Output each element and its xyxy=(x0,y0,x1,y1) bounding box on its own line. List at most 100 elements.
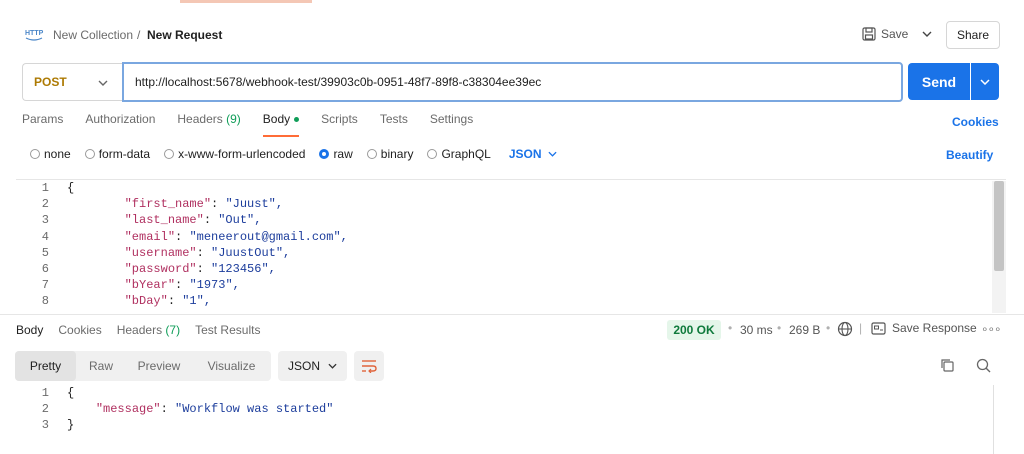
floppy-disk-icon xyxy=(862,27,876,41)
view-visualize[interactable]: Visualize xyxy=(192,351,271,381)
json-key: "bDay" xyxy=(124,294,168,309)
line-number: 2 xyxy=(41,402,49,417)
json-key: "username" xyxy=(124,245,197,260)
code-text: "bYear": "1973", xyxy=(124,278,240,293)
code-line: 3 "last_name": "Out", xyxy=(16,212,1006,228)
save-button[interactable]: Save xyxy=(862,20,914,48)
method-select[interactable]: POST xyxy=(22,63,122,101)
pane-divider[interactable] xyxy=(0,314,1024,315)
code-line: 1{ xyxy=(16,180,1006,196)
response-scrollbar[interactable] xyxy=(993,385,994,454)
meta-separator: • xyxy=(826,321,831,335)
beautify-button[interactable]: Beautify xyxy=(946,148,993,162)
radio-raw[interactable]: raw xyxy=(319,147,353,161)
page-title[interactable]: New Request xyxy=(147,28,222,42)
code-line: 4 "email": "meneerout@gmail.com", xyxy=(16,229,1006,245)
tab-headers-label: Headers xyxy=(177,112,223,126)
json-key: "email" xyxy=(124,229,176,244)
copy-icon[interactable] xyxy=(940,358,955,373)
response-size[interactable]: 269 B xyxy=(789,323,820,337)
line-number: 3 xyxy=(41,213,49,228)
cookies-link[interactable]: Cookies xyxy=(952,115,999,129)
radio-circle xyxy=(164,149,175,159)
json-value: "Workflow was started" xyxy=(175,402,334,417)
tab-tests[interactable]: Tests xyxy=(380,112,408,134)
radio-none-label: none xyxy=(44,147,71,161)
radio-urlencoded[interactable]: x-www-form-urlencoded xyxy=(164,147,305,161)
response-format-select[interactable]: JSON xyxy=(278,351,347,381)
tab-body[interactable]: Body xyxy=(262,112,300,137)
line-number: 7 xyxy=(41,278,49,293)
chevron-down-icon xyxy=(980,78,990,85)
code-line: 5 "username": "JuustOut", xyxy=(16,245,1006,261)
send-button[interactable]: Send xyxy=(908,63,970,100)
send-options-button[interactable] xyxy=(971,63,999,100)
chevron-down-icon xyxy=(98,80,108,86)
tab-body-label: Body xyxy=(262,112,291,126)
radio-urlencoded-label: x-www-form-urlencoded xyxy=(178,147,306,161)
line-number: 6 xyxy=(41,261,49,276)
view-pretty[interactable]: Pretty xyxy=(15,351,76,381)
method-label: POST xyxy=(34,75,67,89)
response-tab-cookies[interactable]: Cookies xyxy=(58,323,101,337)
save-options-button[interactable] xyxy=(916,20,938,48)
breadcrumb-collection[interactable]: New Collection xyxy=(53,28,133,42)
share-button[interactable]: Share xyxy=(946,21,1000,49)
radio-graphql[interactable]: GraphQL xyxy=(427,147,491,161)
code-text: } xyxy=(67,418,75,433)
line-number: 2 xyxy=(41,197,49,212)
response-time[interactable]: 30 ms xyxy=(740,323,773,337)
view-preview[interactable]: Preview xyxy=(126,351,192,381)
wrap-lines-button[interactable] xyxy=(354,351,384,381)
chevron-down-icon xyxy=(922,31,932,37)
radio-none[interactable]: none xyxy=(30,147,71,161)
json-key: "message" xyxy=(95,402,161,417)
globe-icon[interactable] xyxy=(837,321,853,337)
radio-circle xyxy=(427,149,438,159)
request-body-editor[interactable]: 1{ 2 "first_name": "Juust", 3 "last_name… xyxy=(16,179,1006,313)
code-text: "first_name": "Juust", xyxy=(124,197,284,212)
tab-params[interactable]: Params xyxy=(22,112,63,134)
response-view-selector: Pretty Raw Preview Visualize xyxy=(15,351,271,381)
tab-headers[interactable]: Headers (9) xyxy=(177,112,240,134)
body-format-select[interactable]: JSON xyxy=(509,147,557,161)
code-line: 3} xyxy=(16,417,986,433)
status-badge[interactable]: 200 OK xyxy=(667,320,721,340)
response-body-viewer[interactable]: 1{ 2 "message": "Workflow was started" 3… xyxy=(16,385,986,434)
more-options-icon[interactable]: ∘∘∘ xyxy=(981,322,1002,336)
json-key: "bYear" xyxy=(124,278,176,293)
radio-circle-checked xyxy=(319,149,330,159)
request-tabs: Params Authorization Headers (9) Body Sc… xyxy=(22,112,495,137)
radio-raw-label: raw xyxy=(333,147,353,161)
radio-form-data[interactable]: form-data xyxy=(84,147,151,161)
radio-form-data-label: form-data xyxy=(98,147,151,161)
save-response-button[interactable]: Save Response xyxy=(871,321,977,335)
json-key: "first_name" xyxy=(124,197,212,212)
radio-binary[interactable]: binary xyxy=(366,147,414,161)
search-icon[interactable] xyxy=(976,358,991,373)
tab-authorization[interactable]: Authorization xyxy=(85,112,155,134)
code-text: "bDay": "1", xyxy=(124,294,212,309)
response-tab-body[interactable]: Body xyxy=(16,323,43,337)
tab-scripts[interactable]: Scripts xyxy=(321,112,358,134)
radio-circle xyxy=(366,149,377,159)
code-line: 2 "first_name": "Juust", xyxy=(16,196,1006,212)
code-line: 2 "message": "Workflow was started" xyxy=(16,401,986,417)
response-tab-test-results[interactable]: Test Results xyxy=(195,323,260,337)
url-input[interactable] xyxy=(122,62,903,102)
view-raw[interactable]: Raw xyxy=(76,351,126,381)
code-text: "username": "JuustOut", xyxy=(124,245,291,260)
response-headers-count: (7) xyxy=(165,323,181,337)
editor-scrollbar-thumb[interactable] xyxy=(994,181,1004,271)
radio-binary-label: binary xyxy=(380,147,414,161)
tab-settings[interactable]: Settings xyxy=(430,112,473,134)
code-line: 7 "bYear": "1973", xyxy=(16,277,1006,293)
chevron-down-icon xyxy=(547,151,557,157)
headers-count: (9) xyxy=(226,112,241,126)
chevron-down-icon xyxy=(328,363,337,369)
json-value: "Juust", xyxy=(225,197,284,212)
line-number: 8 xyxy=(41,294,49,309)
response-tab-headers[interactable]: Headers (7) xyxy=(117,323,180,337)
radio-circle xyxy=(30,149,40,159)
code-text: "password": "123456", xyxy=(124,261,276,276)
